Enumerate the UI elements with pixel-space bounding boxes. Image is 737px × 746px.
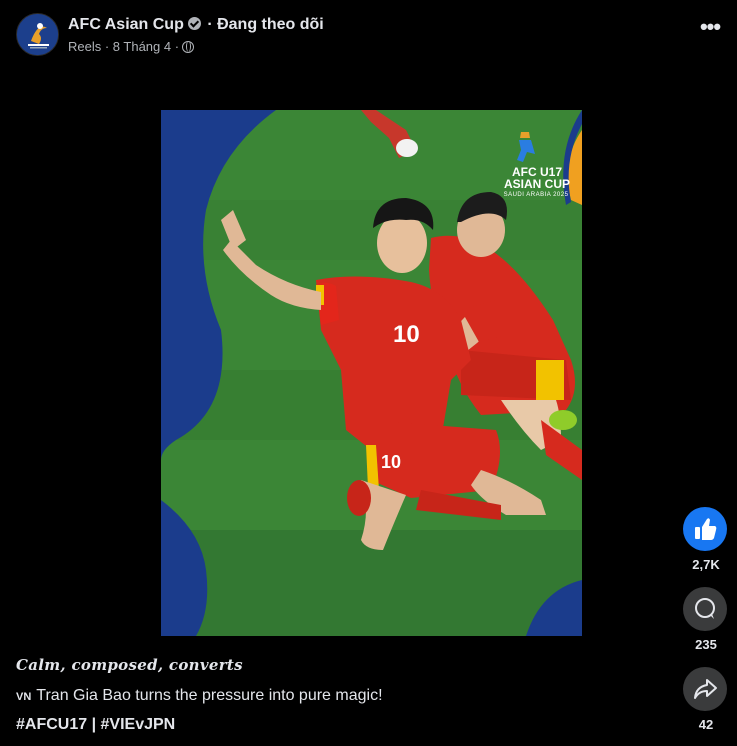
page-title: AFC Asian Cup · Đang theo dõi (68, 16, 324, 34)
logo-subtitle: SAUDI ARABIA 2025 (503, 192, 569, 198)
post-header: AFC Asian Cup · Đang theo dõi Reels · 8 … (0, 0, 737, 70)
tournament-logo-text: AFC U17 ASIAN CUP (497, 166, 577, 190)
hashtag-viejpn[interactable]: #VIEvJPN (101, 716, 176, 733)
caption-headline: Calm, composed, converts (16, 656, 243, 674)
page-name-link[interactable]: AFC Asian Cup (68, 16, 184, 33)
globe-icon (182, 41, 195, 53)
caption-hashtags: #AFCU17 | #VIEvJPN (16, 716, 175, 734)
vietnam-flag-icon: VN (16, 691, 32, 703)
hashtag-afcu17[interactable]: #AFCU17 (16, 716, 87, 733)
share-button[interactable] (683, 667, 727, 711)
follow-status[interactable]: · Đang theo dõi (207, 16, 323, 33)
comment-icon (695, 598, 715, 619)
more-options-button[interactable]: ••• (696, 16, 724, 42)
post-meta-text[interactable]: Reels · 8 Tháng 4 · (68, 39, 179, 54)
hashtag-separator: | (87, 716, 101, 733)
comment-button[interactable] (683, 587, 727, 631)
like-button[interactable] (683, 507, 727, 551)
thumbs-up-icon (695, 518, 717, 540)
share-count: 42 (698, 717, 714, 732)
post-meta: Reels · 8 Tháng 4 · (68, 39, 195, 54)
like-count: 2,7K (692, 557, 720, 572)
share-icon (694, 679, 717, 699)
reel-video[interactable]: 10 10 AFC U17 ASIAN CUP SAUDI ARABIA 202… (161, 110, 582, 636)
page-avatar[interactable] (16, 13, 59, 56)
svg-text:10: 10 (393, 321, 420, 348)
caption-body-text: Tran Gia Bao turns the pressure into pur… (36, 687, 383, 704)
comment-count: 235 (695, 637, 717, 652)
logo-line2: ASIAN CUP (503, 177, 570, 191)
caption-body: VN Tran Gia Bao turns the pressure into p… (16, 687, 383, 705)
verified-badge-icon (187, 17, 201, 30)
svg-text:10: 10 (381, 452, 401, 472)
